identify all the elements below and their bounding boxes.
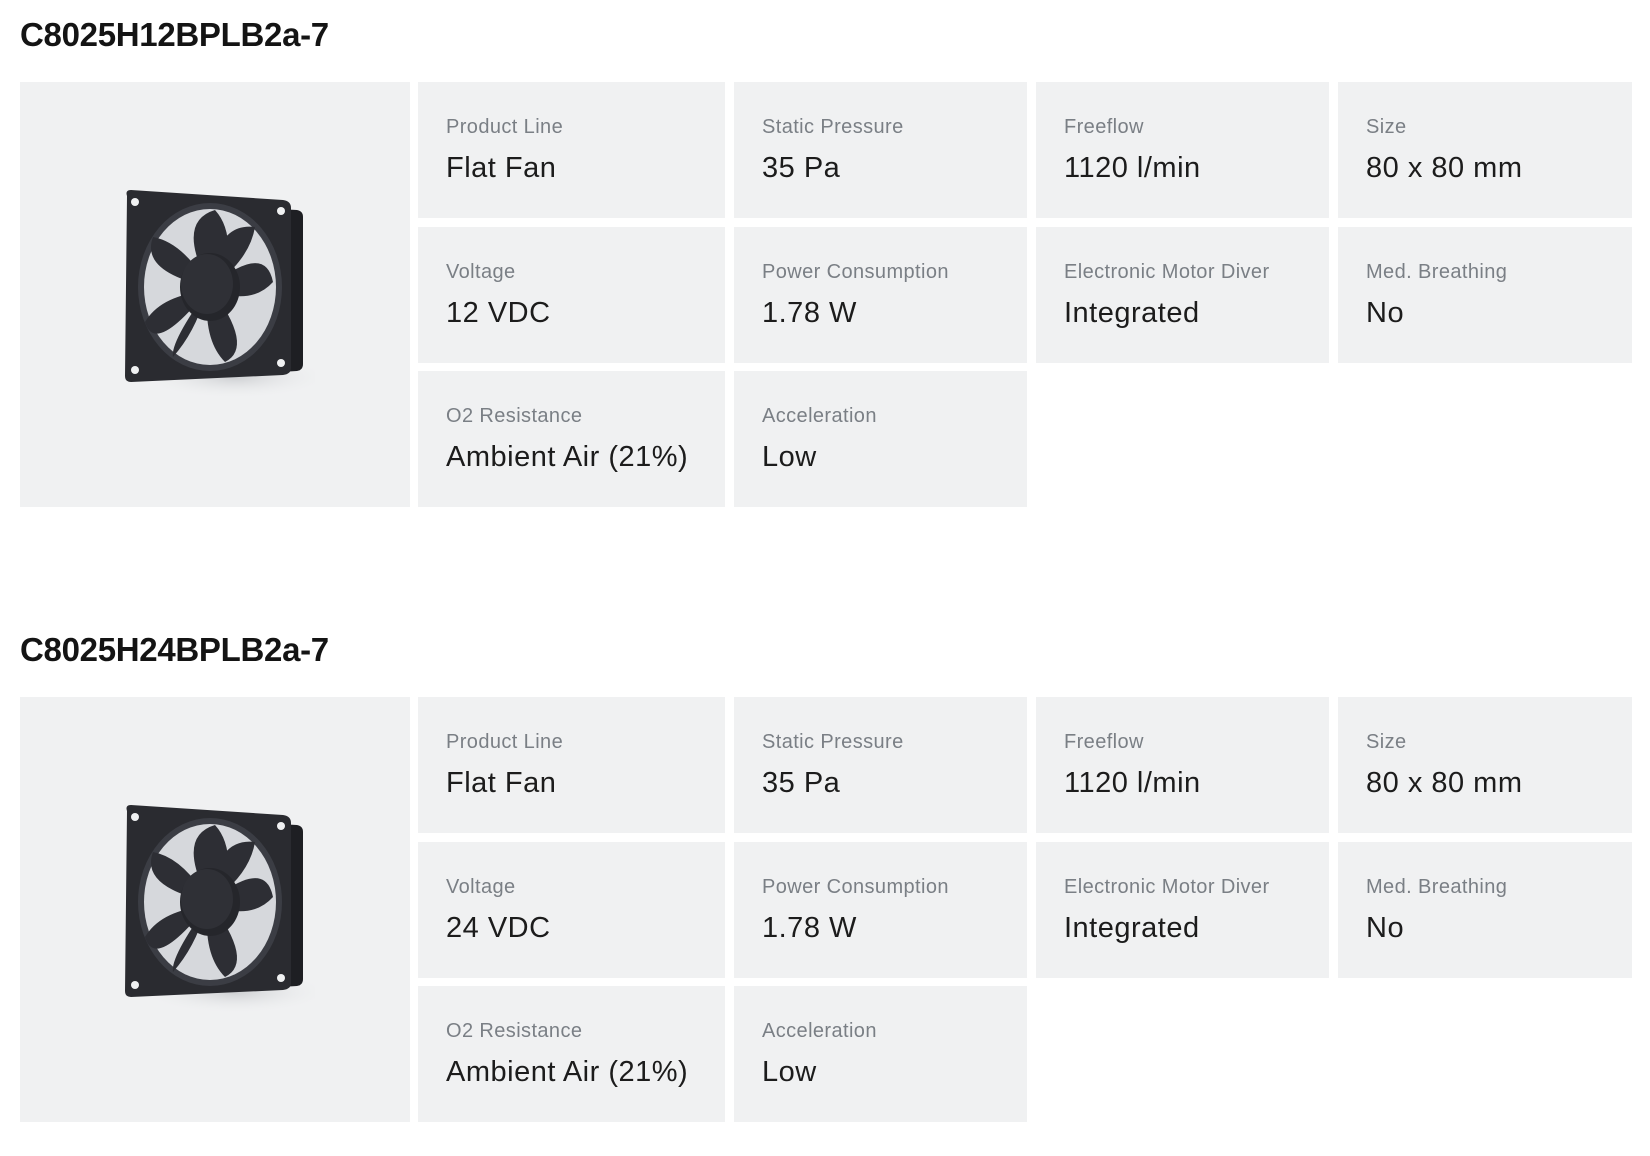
spec-value: 24 VDC xyxy=(446,912,551,944)
spec-product-line: Product Line Flat Fan xyxy=(418,697,725,833)
spec-motor-driver: Electronic Motor Diver Integrated xyxy=(1036,227,1329,363)
spec-label: O2 Resistance xyxy=(446,405,583,427)
product-image[interactable] xyxy=(20,82,410,507)
spec-value: 80 x 80 mm xyxy=(1366,767,1523,799)
spec-label: Static Pressure xyxy=(762,731,904,753)
spec-value: 1120 l/min xyxy=(1064,152,1201,184)
spec-value: 1120 l/min xyxy=(1064,767,1201,799)
spec-value: 1.78 W xyxy=(762,297,857,329)
spec-value: Low xyxy=(762,1056,817,1088)
spec-value: Flat Fan xyxy=(446,767,557,799)
spec-freeflow: Freeflow 1120 l/min xyxy=(1036,82,1329,218)
spec-size: Size 80 x 80 mm xyxy=(1338,82,1632,218)
spec-value: No xyxy=(1366,912,1405,944)
spec-voltage: Voltage 12 VDC xyxy=(418,227,725,363)
spec-label: Med. Breathing xyxy=(1366,261,1508,283)
spec-voltage: Voltage 24 VDC xyxy=(418,842,725,978)
spec-value: Ambient Air (21%) xyxy=(446,1056,689,1088)
spec-grid: Product Line Flat Fan Static Pressure 35… xyxy=(20,82,1632,507)
spec-label: Product Line xyxy=(446,116,564,138)
spec-power-consumption: Power Consumption 1.78 W xyxy=(734,227,1027,363)
spec-value: 80 x 80 mm xyxy=(1366,152,1523,184)
spec-value: 1.78 W xyxy=(762,912,857,944)
spec-label: Power Consumption xyxy=(762,261,949,283)
spec-value: Integrated xyxy=(1064,912,1200,944)
product-title: C8025H12BPLB2a-7 xyxy=(20,16,329,53)
spec-label: Freeflow xyxy=(1064,731,1144,753)
spec-value: No xyxy=(1366,297,1405,329)
spec-power-consumption: Power Consumption 1.78 W xyxy=(734,842,1027,978)
spec-value: 12 VDC xyxy=(446,297,551,329)
spec-label: Size xyxy=(1366,116,1407,138)
spec-value: 35 Pa xyxy=(762,152,841,184)
spec-value: Ambient Air (21%) xyxy=(446,441,689,473)
spec-label: Acceleration xyxy=(762,405,877,427)
spec-med-breathing: Med. Breathing No xyxy=(1338,227,1632,363)
spec-acceleration: Acceleration Low xyxy=(734,986,1027,1122)
spec-value: Integrated xyxy=(1064,297,1200,329)
spec-label: Freeflow xyxy=(1064,116,1144,138)
spec-label: Electronic Motor Diver xyxy=(1064,261,1270,283)
spec-label: Electronic Motor Diver xyxy=(1064,876,1270,898)
spec-product-line: Product Line Flat Fan xyxy=(418,82,725,218)
product-image[interactable] xyxy=(20,697,410,1122)
spec-label: Product Line xyxy=(446,731,564,753)
spec-grid: Product Line Flat Fan Static Pressure 35… xyxy=(20,697,1632,1122)
spec-o2-resistance: O2 Resistance Ambient Air (21%) xyxy=(418,371,725,507)
spec-size: Size 80 x 80 mm xyxy=(1338,697,1632,833)
axial-fan-icon xyxy=(125,190,315,399)
spec-static-pressure: Static Pressure 35 Pa xyxy=(734,697,1027,833)
spec-value: 35 Pa xyxy=(762,767,841,799)
axial-fan-icon xyxy=(125,805,315,1014)
spec-value: Low xyxy=(762,441,817,473)
spec-static-pressure: Static Pressure 35 Pa xyxy=(734,82,1027,218)
spec-motor-driver: Electronic Motor Diver Integrated xyxy=(1036,842,1329,978)
spec-label: Static Pressure xyxy=(762,116,904,138)
spec-value: Flat Fan xyxy=(446,152,557,184)
spec-acceleration: Acceleration Low xyxy=(734,371,1027,507)
spec-label: Voltage xyxy=(446,261,516,283)
product-title: C8025H24BPLB2a-7 xyxy=(20,631,329,668)
spec-label: Power Consumption xyxy=(762,876,949,898)
spec-label: Size xyxy=(1366,731,1407,753)
spec-freeflow: Freeflow 1120 l/min xyxy=(1036,697,1329,833)
spec-label: Med. Breathing xyxy=(1366,876,1508,898)
spec-label: O2 Resistance xyxy=(446,1020,583,1042)
spec-label: Acceleration xyxy=(762,1020,877,1042)
spec-med-breathing: Med. Breathing No xyxy=(1338,842,1632,978)
spec-label: Voltage xyxy=(446,876,516,898)
spec-o2-resistance: O2 Resistance Ambient Air (21%) xyxy=(418,986,725,1122)
